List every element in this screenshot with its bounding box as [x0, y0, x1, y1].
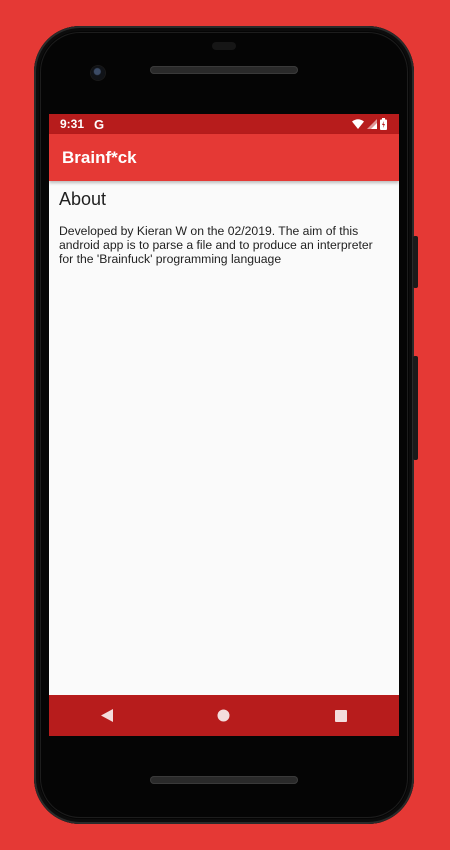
google-icon: G: [94, 116, 105, 132]
recents-icon: [334, 709, 347, 722]
earpiece: [212, 42, 236, 50]
back-icon: [101, 709, 114, 722]
top-speaker-grille: [150, 66, 298, 74]
home-icon: [217, 709, 230, 722]
navigation-bar: [49, 695, 399, 736]
status-bar: 9:31 G: [49, 114, 399, 134]
bottom-speaker-grille: [150, 776, 298, 784]
status-time: 9:31: [60, 117, 85, 131]
recents-button[interactable]: [321, 701, 361, 731]
signal-icon: [367, 119, 377, 129]
battery-icon: [380, 118, 387, 130]
page-title: About: [59, 189, 107, 209]
screen: 9:31 G Brainf*ck About Developed by Kier…: [49, 114, 399, 736]
volume-button[interactable]: [413, 356, 418, 460]
back-button[interactable]: [87, 701, 127, 731]
wifi-icon: [352, 119, 364, 129]
power-button[interactable]: [413, 236, 418, 288]
about-description: Developed by Kieran W on the 02/2019. Th…: [59, 224, 373, 266]
status-icons: [352, 118, 387, 130]
front-camera: [91, 66, 105, 80]
app-title: Brainf*ck: [62, 147, 137, 167]
app-bar: Brainf*ck: [49, 134, 399, 181]
about-content: About Developed by Kieran W on the 02/20…: [49, 181, 399, 274]
home-button[interactable]: [204, 701, 244, 731]
